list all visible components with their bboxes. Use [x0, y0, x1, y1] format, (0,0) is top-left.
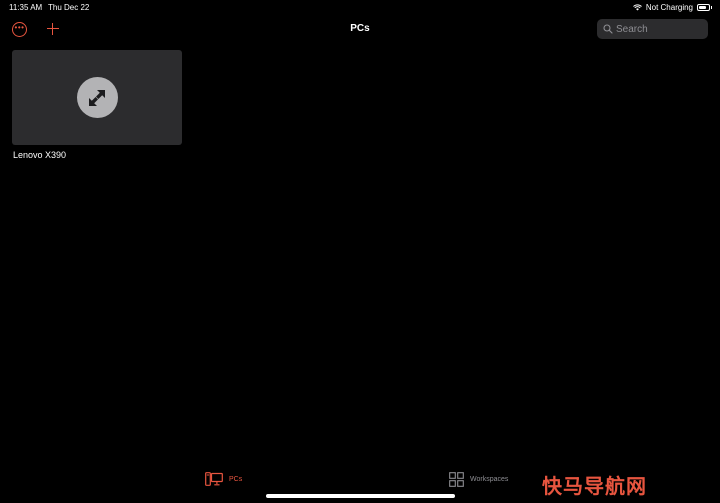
battery-icon: [697, 4, 712, 11]
watermark: 快马导航网: [542, 474, 647, 498]
status-time: 11:35 AM: [9, 3, 43, 12]
pc-tile[interactable]: Lenovo X390: [12, 50, 182, 160]
grid-icon: [449, 472, 464, 487]
charging-status: Not Charging: [645, 3, 693, 12]
remote-desktop-icon: [76, 77, 118, 118]
status-date: Thu Dec 22: [48, 3, 90, 12]
monitor-icon: [205, 472, 223, 486]
wifi-icon: [633, 4, 642, 11]
tab-pcs[interactable]: PCs: [205, 472, 242, 486]
tab-workspaces[interactable]: Workspaces: [449, 472, 508, 487]
pc-name: Lenovo X390: [13, 150, 67, 160]
toolbar: ••• PCs: [0, 18, 720, 42]
search-box[interactable]: [597, 19, 708, 39]
home-indicator[interactable]: [266, 494, 455, 498]
search-input[interactable]: [616, 23, 704, 35]
search-icon: [603, 24, 613, 34]
status-bar: 11:35 AM Thu Dec 22 Not Charging: [0, 0, 720, 14]
tab-workspaces-label: Workspaces: [470, 476, 509, 483]
tab-pcs-label: PCs: [229, 475, 243, 483]
remote-desktop-arrows-icon: [89, 89, 105, 106]
pc-thumbnail[interactable]: [12, 50, 182, 145]
battery-level: [699, 6, 707, 9]
status-indicators: Not Charging: [633, 3, 712, 12]
